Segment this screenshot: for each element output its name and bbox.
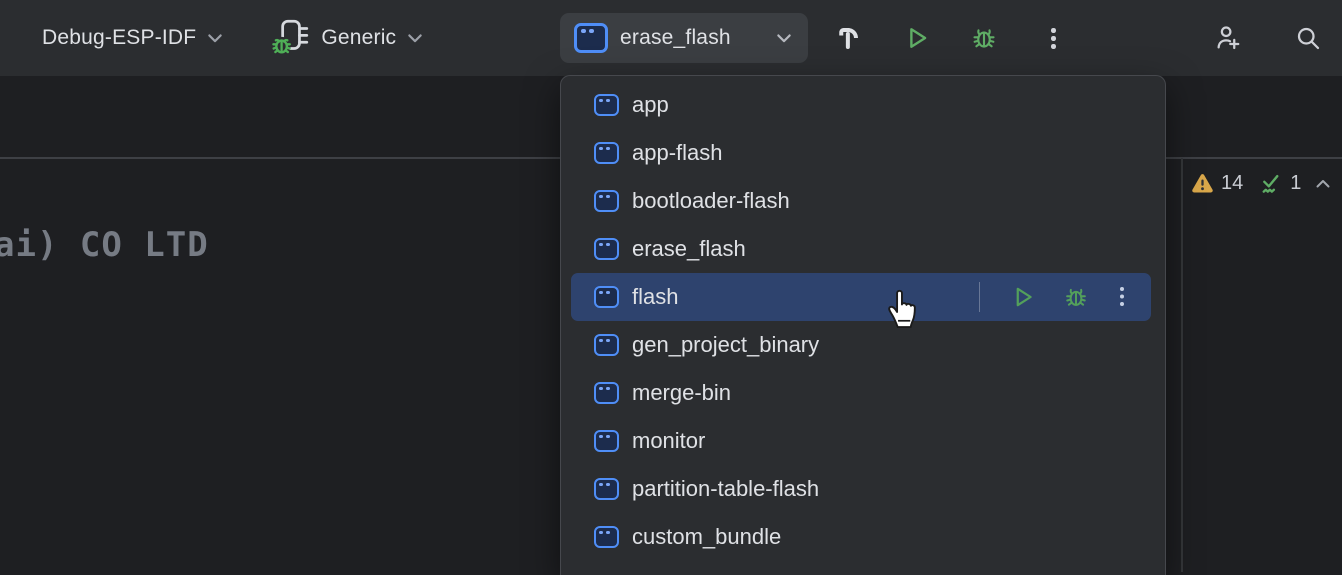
check-squiggle-icon [1257,170,1284,197]
more-vertical-icon[interactable] [1040,25,1066,51]
panel-divider [1181,158,1183,572]
dropdown-item-label: erase_flash [632,236,746,262]
target-selector-button[interactable]: erase_flash [560,13,808,63]
run-target-icon [594,334,619,356]
dropdown-item-label: monitor [632,428,705,454]
run-target-icon [594,94,619,116]
device-selector[interactable]: Generic [321,26,396,50]
chevron-down-icon [405,28,425,48]
dropdown-item-flash[interactable]: flash [571,273,1151,321]
dropdown-item-monitor[interactable]: monitor [561,417,1165,465]
dropdown-item-bootloader-flash[interactable]: bootloader-flash [561,177,1165,225]
chevron-up-icon[interactable] [1313,174,1333,194]
run-play-icon[interactable] [1009,283,1037,311]
toolbar-left-group: Debug-ESP-IDF Generic [42,0,425,76]
run-target-icon [594,526,619,548]
run-target-icon [594,142,619,164]
search-icon[interactable] [1293,23,1323,53]
dropdown-item-label: merge-bin [632,380,731,406]
warnings-count: 14 [1221,172,1243,195]
target-dropdown: app app-flash bootloader-flash erase_fla… [560,75,1166,575]
chevron-down-icon [205,28,225,48]
passed-count: 1 [1290,172,1301,195]
dropdown-item-label: app-flash [632,140,723,166]
run-target-icon [594,478,619,500]
dropdown-item-partition-table-flash[interactable]: partition-table-flash [561,465,1165,513]
debug-bug-icon[interactable] [1062,283,1090,311]
run-target-icon [594,190,619,212]
run-target-icon [594,430,619,452]
dropdown-item-custom_bundle[interactable]: custom_bundle [561,513,1165,561]
build-hammer-icon[interactable] [833,23,863,53]
run-target-icon [594,286,619,308]
more-vertical-icon[interactable] [1115,284,1129,310]
dropdown-item-label: bootloader-flash [632,188,790,214]
dropdown-item-label: custom_bundle [632,524,781,550]
target-selector-label: erase_flash [620,26,731,50]
main-toolbar: Debug-ESP-IDF Generic erase_flash [0,0,1342,76]
dropdown-item-app[interactable]: app [561,81,1165,129]
dropdown-item-app-flash[interactable]: app-flash [561,129,1165,177]
inspections-widget[interactable]: 14 1 [1190,170,1333,197]
dropdown-item-label: app [632,92,669,118]
chip-debug-icon [269,17,311,59]
dropdown-item-label: gen_project_binary [632,332,819,358]
editor-code-text: ai) CO LTD [0,225,209,265]
dropdown-item-merge-bin[interactable]: merge-bin [561,369,1165,417]
warning-triangle-icon [1190,171,1215,196]
dropdown-item-label: partition-table-flash [632,476,819,502]
run-config-selector[interactable]: Debug-ESP-IDF [42,26,196,50]
debug-bug-icon[interactable] [969,23,999,53]
run-target-icon [594,238,619,260]
dropdown-item-erase_flash[interactable]: erase_flash [561,225,1165,273]
run-play-icon[interactable] [902,23,932,53]
row-divider [979,282,981,312]
run-target-icon [594,382,619,404]
chevron-down-icon [774,28,794,48]
add-user-icon[interactable] [1213,23,1243,53]
target-dropdown-list: app app-flash bootloader-flash erase_fla… [561,81,1165,561]
dropdown-item-gen_project_binary[interactable]: gen_project_binary [561,321,1165,369]
row-controls [979,282,1152,312]
run-target-icon [574,23,608,53]
dropdown-item-label: flash [632,284,678,310]
